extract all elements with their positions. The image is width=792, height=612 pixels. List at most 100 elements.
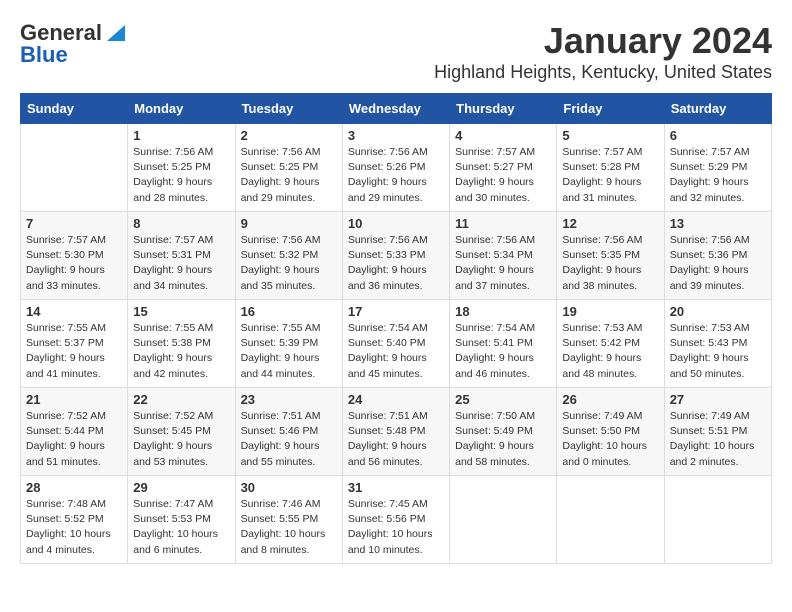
calendar-cell: 26Sunrise: 7:49 AMSunset: 5:50 PMDayligh…	[557, 388, 664, 476]
daylight-minutes: and 0 minutes.	[562, 455, 658, 470]
sunset-text: Sunset: 5:51 PM	[670, 424, 766, 439]
daylight-minutes: and 38 minutes.	[562, 279, 658, 294]
sunrise-text: Sunrise: 7:57 AM	[133, 233, 229, 248]
calendar-table: Sunday Monday Tuesday Wednesday Thursday…	[20, 93, 772, 564]
sunset-text: Sunset: 5:42 PM	[562, 336, 658, 351]
day-number: 23	[241, 392, 337, 407]
sunset-text: Sunset: 5:35 PM	[562, 248, 658, 263]
daylight-minutes: and 34 minutes.	[133, 279, 229, 294]
daylight-minutes: and 29 minutes.	[348, 191, 444, 206]
sunset-text: Sunset: 5:44 PM	[26, 424, 122, 439]
day-number: 4	[455, 128, 551, 143]
calendar-cell: 23Sunrise: 7:51 AMSunset: 5:46 PMDayligh…	[235, 388, 342, 476]
day-detail: Sunrise: 7:49 AMSunset: 5:50 PMDaylight:…	[562, 409, 658, 470]
calendar-cell: 1Sunrise: 7:56 AMSunset: 5:25 PMDaylight…	[128, 124, 235, 212]
sunrise-text: Sunrise: 7:56 AM	[670, 233, 766, 248]
day-detail: Sunrise: 7:45 AMSunset: 5:56 PMDaylight:…	[348, 497, 444, 558]
sunrise-text: Sunrise: 7:53 AM	[670, 321, 766, 336]
daylight-text: Daylight: 9 hours	[455, 351, 551, 366]
sunrise-text: Sunrise: 7:54 AM	[455, 321, 551, 336]
daylight-text: Daylight: 9 hours	[133, 263, 229, 278]
sunset-text: Sunset: 5:43 PM	[670, 336, 766, 351]
day-number: 7	[26, 216, 122, 231]
daylight-text: Daylight: 9 hours	[562, 351, 658, 366]
calendar-cell: 12Sunrise: 7:56 AMSunset: 5:35 PMDayligh…	[557, 212, 664, 300]
day-detail: Sunrise: 7:56 AMSunset: 5:26 PMDaylight:…	[348, 145, 444, 206]
sunrise-text: Sunrise: 7:55 AM	[133, 321, 229, 336]
day-number: 13	[670, 216, 766, 231]
day-number: 3	[348, 128, 444, 143]
daylight-text: Daylight: 10 hours	[26, 527, 122, 542]
daylight-minutes: and 33 minutes.	[26, 279, 122, 294]
page-header: General Blue January 2024 Highland Heigh…	[20, 20, 772, 83]
daylight-minutes: and 31 minutes.	[562, 191, 658, 206]
calendar-cell: 14 Sunrise: 7:55 AMSunset: 5:37 PMDayligh…	[21, 300, 128, 388]
daylight-text: Daylight: 10 hours	[348, 527, 444, 542]
daylight-minutes: and 35 minutes.	[241, 279, 337, 294]
daylight-minutes: and 6 minutes.	[133, 543, 229, 558]
day-detail: Sunrise: 7:56 AMSunset: 5:32 PMDaylight:…	[241, 233, 337, 294]
daylight-minutes: and 55 minutes.	[241, 455, 337, 470]
sunset-text: Sunset: 5:50 PM	[562, 424, 658, 439]
sunset-text: Sunset: 5:53 PM	[133, 512, 229, 527]
day-detail: Sunrise: 7:52 AMSunset: 5:45 PMDaylight:…	[133, 409, 229, 470]
calendar-cell: 11Sunrise: 7:56 AMSunset: 5:34 PMDayligh…	[450, 212, 557, 300]
calendar-cell: 15Sunrise: 7:55 AMSunset: 5:38 PMDayligh…	[128, 300, 235, 388]
daylight-minutes: and 51 minutes.	[26, 455, 122, 470]
daylight-text: Daylight: 9 hours	[348, 351, 444, 366]
day-number: 22	[133, 392, 229, 407]
logo: General Blue	[20, 20, 127, 68]
calendar-cell: 13 Sunrise: 7:56 AMSunset: 5:36 PMDayligh…	[664, 212, 771, 300]
day-number: 14	[26, 304, 122, 319]
day-detail: Sunrise: 7:46 AMSunset: 5:55 PMDaylight:…	[241, 497, 337, 558]
daylight-minutes: and 46 minutes.	[455, 367, 551, 382]
day-detail: Sunrise: 7:55 AMSunset: 5:37 PMDaylight:…	[26, 321, 122, 382]
daylight-minutes: and 2 minutes.	[670, 455, 766, 470]
daylight-minutes: and 48 minutes.	[562, 367, 658, 382]
daylight-text: Daylight: 9 hours	[670, 351, 766, 366]
sunset-text: Sunset: 5:39 PM	[241, 336, 337, 351]
daylight-text: Daylight: 10 hours	[241, 527, 337, 542]
col-wednesday: Wednesday	[342, 94, 449, 124]
day-number: 2	[241, 128, 337, 143]
sunrise-text: Sunrise: 7:52 AM	[26, 409, 122, 424]
day-detail: Sunrise: 7:56 AMSunset: 5:25 PMDaylight:…	[241, 145, 337, 206]
daylight-text: Daylight: 9 hours	[133, 439, 229, 454]
calendar-week-5: 28Sunrise: 7:48 AMSunset: 5:52 PMDayligh…	[21, 476, 772, 564]
daylight-minutes: and 44 minutes.	[241, 367, 337, 382]
day-detail: Sunrise: 7:57 AMSunset: 5:28 PMDaylight:…	[562, 145, 658, 206]
daylight-minutes: and 58 minutes.	[455, 455, 551, 470]
day-detail: Sunrise: 7:53 AMSunset: 5:42 PMDaylight:…	[562, 321, 658, 382]
day-number: 9	[241, 216, 337, 231]
calendar-cell: 10Sunrise: 7:56 AMSunset: 5:33 PMDayligh…	[342, 212, 449, 300]
sunrise-text: Sunrise: 7:56 AM	[455, 233, 551, 248]
sunset-text: Sunset: 5:31 PM	[133, 248, 229, 263]
calendar-cell: 31Sunrise: 7:45 AMSunset: 5:56 PMDayligh…	[342, 476, 449, 564]
sunrise-text: Sunrise: 7:46 AM	[241, 497, 337, 512]
calendar-week-1: 1Sunrise: 7:56 AMSunset: 5:25 PMDaylight…	[21, 124, 772, 212]
col-saturday: Saturday	[664, 94, 771, 124]
day-detail: Sunrise: 7:47 AMSunset: 5:53 PMDaylight:…	[133, 497, 229, 558]
daylight-minutes: and 36 minutes.	[348, 279, 444, 294]
day-detail: Sunrise: 7:56 AMSunset: 5:36 PMDaylight:…	[670, 233, 766, 294]
sunrise-text: Sunrise: 7:51 AM	[241, 409, 337, 424]
calendar-cell: 29Sunrise: 7:47 AMSunset: 5:53 PMDayligh…	[128, 476, 235, 564]
calendar-cell: 7Sunrise: 7:57 AMSunset: 5:30 PMDaylight…	[21, 212, 128, 300]
sunrise-text: Sunrise: 7:51 AM	[348, 409, 444, 424]
day-number: 18	[455, 304, 551, 319]
day-number: 25	[455, 392, 551, 407]
sunrise-text: Sunrise: 7:49 AM	[670, 409, 766, 424]
calendar-cell: 8Sunrise: 7:57 AMSunset: 5:31 PMDaylight…	[128, 212, 235, 300]
sunset-text: Sunset: 5:38 PM	[133, 336, 229, 351]
sunset-text: Sunset: 5:49 PM	[455, 424, 551, 439]
day-number: 21	[26, 392, 122, 407]
day-detail: Sunrise: 7:49 AMSunset: 5:51 PMDaylight:…	[670, 409, 766, 470]
sunset-text: Sunset: 5:26 PM	[348, 160, 444, 175]
day-detail: Sunrise: 7:56 AMSunset: 5:34 PMDaylight:…	[455, 233, 551, 294]
sunrise-text: Sunrise: 7:55 AM	[26, 321, 122, 336]
sunrise-text: Sunrise: 7:57 AM	[670, 145, 766, 160]
daylight-minutes: and 50 minutes.	[670, 367, 766, 382]
day-number: 16	[241, 304, 337, 319]
logo-blue: Blue	[20, 42, 68, 68]
col-thursday: Thursday	[450, 94, 557, 124]
